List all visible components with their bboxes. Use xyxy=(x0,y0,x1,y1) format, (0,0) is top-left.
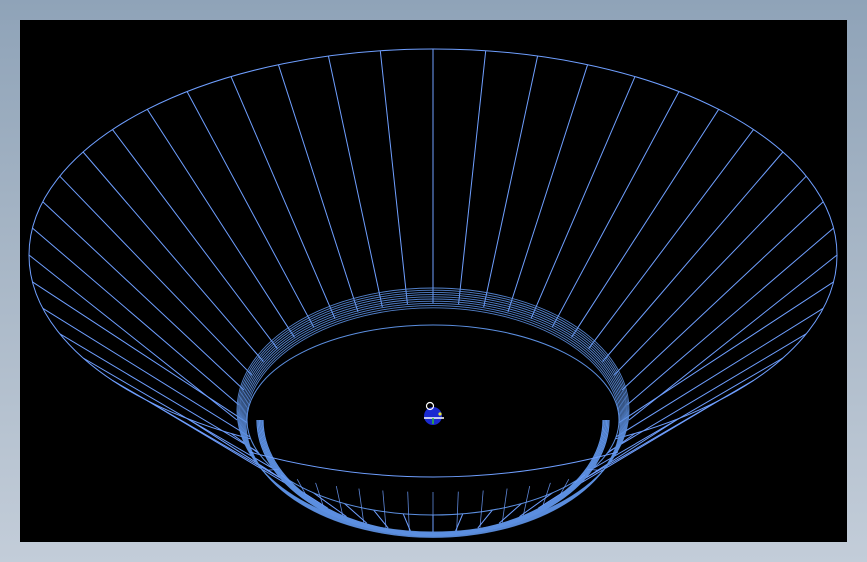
generator-line xyxy=(28,254,238,421)
generator-line xyxy=(42,307,267,448)
generator-line xyxy=(530,76,636,319)
generator-line xyxy=(32,281,262,433)
bowl-wireframe xyxy=(28,48,838,538)
wireframe-scene[interactable] xyxy=(20,20,847,542)
generator-line xyxy=(379,50,408,305)
generator-line xyxy=(592,333,807,462)
generator-line xyxy=(146,109,295,338)
generator-line xyxy=(186,91,315,328)
generator-line xyxy=(621,201,824,391)
generator-line xyxy=(507,64,589,313)
application-window: { "window": { "background_color": "#9fb0… xyxy=(0,0,867,562)
generator-line xyxy=(59,333,274,462)
generator-line xyxy=(327,55,383,308)
generator-line xyxy=(483,55,539,308)
generator-line xyxy=(458,50,487,305)
generator-line xyxy=(230,76,336,319)
generator-line xyxy=(571,109,720,338)
generator-line xyxy=(599,307,824,448)
generator-line xyxy=(42,201,245,391)
3d-viewport[interactable] xyxy=(20,20,847,542)
marker-z-axis xyxy=(438,412,442,416)
generator-line xyxy=(551,91,680,328)
generator-line xyxy=(277,64,359,313)
generator-line xyxy=(604,281,834,433)
